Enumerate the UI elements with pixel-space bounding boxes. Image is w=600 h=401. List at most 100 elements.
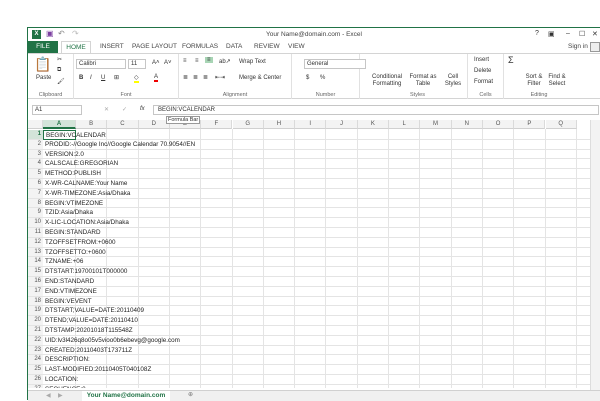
conditional-formatting-button[interactable]: Conditional Formatting bbox=[370, 74, 404, 88]
row-header[interactable]: 24 bbox=[28, 355, 43, 366]
paste-icon[interactable]: 📋 bbox=[34, 56, 51, 73]
column-header-P[interactable]: P bbox=[514, 120, 546, 129]
row-header[interactable]: 16 bbox=[28, 277, 43, 287]
column-header-K[interactable]: K bbox=[357, 120, 389, 129]
paste-button[interactable]: Paste bbox=[36, 75, 51, 81]
row-header[interactable]: 21 bbox=[28, 326, 43, 336]
cell-A10[interactable]: X-LIC-LOCATION:Asia/Dhaka bbox=[43, 218, 129, 228]
cell-A15[interactable]: DTSTART:19700101T000000 bbox=[43, 267, 127, 277]
number-format-select[interactable]: General bbox=[304, 59, 366, 69]
next-sheet-icon[interactable]: ▶ bbox=[58, 392, 63, 399]
tab-review[interactable]: REVIEW bbox=[254, 41, 280, 53]
row-header[interactable]: 6 bbox=[28, 179, 43, 189]
ribbon-display-button[interactable]: ▣ bbox=[548, 30, 555, 38]
bottom-align-icon[interactable]: ≡ bbox=[205, 57, 213, 63]
cell-A1[interactable]: BEGIN:VCALENDAR bbox=[43, 130, 106, 140]
cell-A2[interactable]: PRODID:-//Google Inc//Google Calendar 70… bbox=[43, 140, 195, 150]
sort-filter-button[interactable]: Sort & Filter bbox=[524, 74, 544, 88]
currency-button[interactable]: $ bbox=[306, 75, 309, 81]
column-header-M[interactable]: M bbox=[420, 120, 452, 129]
cell-A16[interactable]: END:STANDARD bbox=[43, 277, 94, 287]
center-icon[interactable]: ≣ bbox=[193, 74, 198, 81]
orientation-icon[interactable]: ab↗ bbox=[219, 58, 231, 65]
cell-A14[interactable]: TZNAME:+06 bbox=[43, 257, 83, 267]
align-left-icon[interactable]: ≣ bbox=[183, 74, 188, 81]
font-size-select[interactable]: 11 bbox=[128, 59, 146, 69]
enter-icon[interactable]: ✓ bbox=[122, 106, 127, 113]
bold-button[interactable]: B bbox=[79, 75, 83, 81]
row-header[interactable]: 2 bbox=[28, 139, 43, 150]
spreadsheet-grid[interactable]: A B C D E F G H I J K L M N O P Q 1 BEGIN:VCALENDAR 2 PRODID… bbox=[28, 120, 590, 388]
close-button[interactable]: ✕ bbox=[592, 30, 598, 38]
fill-color-icon[interactable]: ◇ bbox=[134, 74, 139, 83]
row-header[interactable]: 7 bbox=[28, 188, 43, 199]
insert-function-icon[interactable]: fx bbox=[140, 106, 145, 112]
insert-cells-button[interactable]: Insert bbox=[474, 57, 489, 63]
column-header-B[interactable]: B bbox=[76, 120, 108, 129]
row-header[interactable]: 14 bbox=[28, 257, 43, 268]
row-header[interactable]: 26 bbox=[28, 375, 43, 385]
formula-input[interactable]: BEGIN:VCALENDAR bbox=[153, 105, 599, 115]
sign-in-link[interactable]: Sign in bbox=[568, 41, 588, 53]
borders-icon[interactable]: ⊞ bbox=[114, 74, 119, 81]
row-header[interactable]: 15 bbox=[28, 267, 43, 277]
percent-button[interactable]: % bbox=[320, 75, 325, 81]
cell-A6[interactable]: X-WR-CALNAME:Your Name bbox=[43, 179, 127, 189]
tab-insert[interactable]: INSERT bbox=[100, 41, 124, 53]
autosum-icon[interactable]: Σ bbox=[508, 55, 514, 65]
row-header[interactable]: 25 bbox=[28, 365, 43, 375]
row-header[interactable]: 23 bbox=[28, 345, 43, 356]
wrap-text-button[interactable]: Wrap Text bbox=[239, 59, 266, 65]
delete-cells-button[interactable]: Delete bbox=[474, 68, 491, 74]
row-header[interactable]: 5 bbox=[28, 169, 43, 179]
middle-align-icon[interactable]: ≡ bbox=[195, 58, 199, 64]
grow-font-icon[interactable]: A˄ bbox=[152, 60, 160, 66]
name-box[interactable]: A1 bbox=[32, 105, 82, 115]
cell-A20[interactable]: DTEND;VALUE=DATE:20110410 bbox=[43, 316, 138, 326]
shrink-font-icon[interactable]: A˅ bbox=[164, 60, 172, 66]
column-header-I[interactable]: I bbox=[295, 120, 327, 129]
select-all-corner[interactable] bbox=[28, 120, 43, 129]
minimize-button[interactable]: – bbox=[566, 30, 570, 37]
cell-A8[interactable]: BEGIN:VTIMEZONE bbox=[43, 199, 103, 209]
format-as-table-button[interactable]: Format as Table bbox=[408, 74, 438, 88]
cell-A13[interactable]: TZOFFSETTO:+0600 bbox=[43, 248, 106, 258]
new-sheet-icon[interactable]: ⊕ bbox=[188, 391, 193, 398]
row-header[interactable]: 4 bbox=[28, 159, 43, 170]
tab-view[interactable]: VIEW bbox=[288, 41, 305, 53]
cell-A11[interactable]: BEGIN:STANDARD bbox=[43, 228, 101, 238]
row-header[interactable]: 22 bbox=[28, 335, 43, 346]
tab-page-layout[interactable]: PAGE LAYOUT bbox=[132, 41, 177, 53]
row-header[interactable]: 19 bbox=[28, 306, 43, 317]
cell-styles-button[interactable]: Cell Styles bbox=[442, 74, 464, 88]
copy-icon[interactable]: ⧉ bbox=[57, 67, 61, 74]
tab-file[interactable]: FILE bbox=[28, 41, 58, 53]
row-header[interactable]: 18 bbox=[28, 296, 43, 307]
prev-sheet-icon[interactable]: ◀ bbox=[46, 392, 51, 399]
cell-A3[interactable]: VERSION:2.0 bbox=[43, 150, 84, 160]
indent-icons[interactable]: ⇤⇥ bbox=[215, 74, 225, 81]
row-header[interactable]: 11 bbox=[28, 228, 43, 238]
column-header-H[interactable]: H bbox=[263, 120, 296, 129]
column-header-Q[interactable]: Q bbox=[545, 120, 577, 129]
column-header-N[interactable]: N bbox=[451, 120, 483, 129]
column-header-C[interactable]: C bbox=[107, 120, 139, 129]
row-header[interactable]: 1 bbox=[28, 130, 43, 140]
row-header[interactable]: 9 bbox=[28, 208, 43, 219]
vertical-scrollbar[interactable] bbox=[590, 120, 600, 390]
tab-data[interactable]: DATA bbox=[226, 41, 242, 53]
row-header[interactable]: 10 bbox=[28, 218, 43, 228]
column-header-O[interactable]: O bbox=[482, 120, 515, 129]
row-header[interactable]: 8 bbox=[28, 198, 43, 209]
row-header[interactable]: 12 bbox=[28, 237, 43, 248]
column-header-L[interactable]: L bbox=[389, 120, 421, 129]
cell-A18[interactable]: BEGIN:VEVENT bbox=[43, 297, 92, 307]
italic-button[interactable]: I bbox=[90, 75, 92, 81]
align-right-icon[interactable]: ≣ bbox=[203, 74, 208, 81]
cell-A26[interactable]: LOCATION: bbox=[43, 375, 78, 385]
user-avatar-icon[interactable] bbox=[590, 42, 600, 52]
format-cells-button[interactable]: Format bbox=[474, 79, 493, 85]
cell-A23[interactable]: CREATED:20110403T173711Z bbox=[43, 346, 132, 356]
format-painter-icon[interactable]: 🖌 bbox=[57, 78, 65, 85]
row-header[interactable]: 3 bbox=[28, 149, 43, 160]
